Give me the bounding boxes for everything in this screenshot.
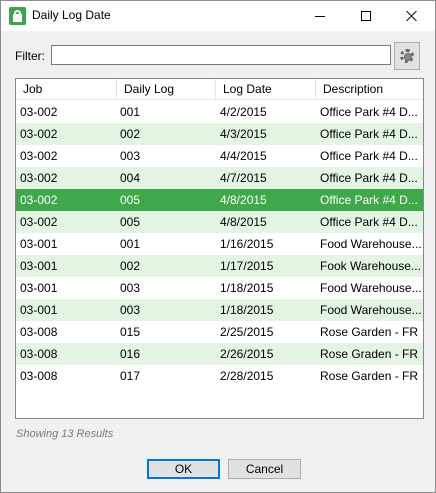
cell-description: Fook Warehouse... [320, 259, 421, 273]
column-header-log-date[interactable]: Log Date [216, 79, 316, 100]
column-header-description[interactable]: Description [316, 79, 423, 100]
cell-job: 03-002 [20, 127, 58, 141]
cell-daily-log: 015 [120, 325, 141, 339]
table-row[interactable]: 03-002 002 4/3/2015 Office Park #4 D... [16, 123, 423, 145]
cell-log-date: 1/17/2015 [220, 259, 274, 273]
cell-job: 03-001 [20, 259, 58, 273]
table-row[interactable]: 03-008 017 2/28/2015 Rose Garden - FR [16, 365, 423, 387]
ok-button[interactable]: OK [147, 459, 220, 479]
cell-log-date: 4/8/2015 [220, 215, 267, 229]
cell-description: Office Park #4 D... [320, 171, 418, 185]
cell-description: Rose Graden - FR [320, 347, 419, 361]
cell-daily-log: 003 [120, 281, 141, 295]
cell-job: 03-002 [20, 171, 58, 185]
app-icon [9, 7, 26, 25]
cell-log-date: 1/16/2015 [220, 237, 274, 251]
table-row[interactable]: 03-001 003 1/18/2015 Food Warehouse... [16, 277, 423, 299]
cell-job: 03-001 [20, 281, 58, 295]
cell-daily-log: 004 [120, 171, 141, 185]
cell-log-date: 4/4/2015 [220, 149, 267, 163]
cell-description: Food Warehouse... [320, 281, 421, 295]
cell-job: 03-002 [20, 193, 58, 207]
cell-daily-log: 002 [120, 259, 141, 273]
cell-log-date: 4/3/2015 [220, 127, 267, 141]
maximize-button[interactable] [343, 1, 389, 31]
cell-daily-log: 016 [120, 347, 141, 361]
table-row[interactable]: 03-001 003 1/18/2015 Food Warehouse... [16, 299, 423, 321]
close-icon [406, 10, 418, 22]
results-count: Showing 13 Results [16, 428, 114, 440]
cell-description: Office Park #4 D... [320, 127, 418, 141]
cell-job: 03-008 [20, 369, 58, 383]
cancel-button[interactable]: Cancel [228, 459, 301, 479]
cell-daily-log: 001 [120, 105, 141, 119]
cell-description: Office Park #4 D... [320, 149, 418, 163]
cell-daily-log: 002 [120, 127, 141, 141]
cell-description: Rose Garden - FR [320, 369, 419, 383]
cell-log-date: 1/18/2015 [220, 281, 274, 295]
minimize-icon [315, 15, 325, 17]
table-row[interactable]: 03-002 004 4/7/2015 Office Park #4 D... [16, 167, 423, 189]
filter-settings-button[interactable] [394, 42, 420, 70]
cell-job: 03-002 [20, 215, 58, 229]
table-row[interactable]: 03-008 015 2/25/2015 Rose Garden - FR [16, 321, 423, 343]
cell-job: 03-001 [20, 237, 58, 251]
cell-job: 03-002 [20, 105, 58, 119]
maximize-icon [361, 11, 371, 21]
cell-description: Rose Garden - FR [320, 325, 419, 339]
cell-log-date: 2/26/2015 [220, 347, 274, 361]
dialog-window: Daily Log Date Filter: Job Daily Log Log… [0, 0, 436, 493]
table-row[interactable]: 03-002 001 4/2/2015 Office Park #4 D... [16, 101, 423, 123]
cell-daily-log: 001 [120, 237, 141, 251]
cell-log-date: 2/25/2015 [220, 325, 274, 339]
cell-description: Food Warehouse... [320, 303, 421, 317]
table-row[interactable]: 03-001 002 1/17/2015 Fook Warehouse... [16, 255, 423, 277]
cell-description: Food Warehouse... [320, 237, 421, 251]
minimize-button[interactable] [297, 1, 343, 31]
cell-daily-log: 003 [120, 149, 141, 163]
cell-log-date: 4/8/2015 [220, 193, 267, 207]
filter-label: Filter: [15, 49, 45, 63]
column-header-job[interactable]: Job [16, 79, 117, 100]
cell-description: Office Park #4 D... [320, 105, 418, 119]
grid-header: Job Daily Log Log Date Description [16, 79, 423, 100]
window-title: Daily Log Date [32, 8, 111, 22]
cell-description: Office Park #4 D... [320, 193, 418, 207]
cell-description: Office Park #4 D... [320, 215, 418, 229]
column-header-daily-log[interactable]: Daily Log [117, 79, 216, 100]
cell-log-date: 4/7/2015 [220, 171, 267, 185]
cell-job: 03-008 [20, 325, 58, 339]
cell-daily-log: 005 [120, 193, 141, 207]
table-row[interactable]: 03-002 005 4/8/2015 Office Park #4 D... [16, 189, 423, 211]
cell-log-date: 1/18/2015 [220, 303, 274, 317]
cell-daily-log: 005 [120, 215, 141, 229]
results-grid[interactable]: Job Daily Log Log Date Description 03-00… [15, 78, 424, 419]
cell-daily-log: 017 [120, 369, 141, 383]
table-row[interactable]: 03-008 016 2/26/2015 Rose Graden - FR [16, 343, 423, 365]
cell-job: 03-001 [20, 303, 58, 317]
table-row[interactable]: 03-002 003 4/4/2015 Office Park #4 D... [16, 145, 423, 167]
filter-input[interactable] [51, 45, 391, 65]
cell-daily-log: 003 [120, 303, 141, 317]
cell-job: 03-002 [20, 149, 58, 163]
close-button[interactable] [389, 1, 435, 31]
cell-job: 03-008 [20, 347, 58, 361]
table-row[interactable]: 03-001 001 1/16/2015 Food Warehouse... [16, 233, 423, 255]
table-row[interactable]: 03-002 005 4/8/2015 Office Park #4 D... [16, 211, 423, 233]
gear-icon [400, 49, 414, 63]
cell-log-date: 2/28/2015 [220, 369, 274, 383]
cell-log-date: 4/2/2015 [220, 105, 267, 119]
title-bar[interactable]: Daily Log Date [1, 1, 435, 31]
